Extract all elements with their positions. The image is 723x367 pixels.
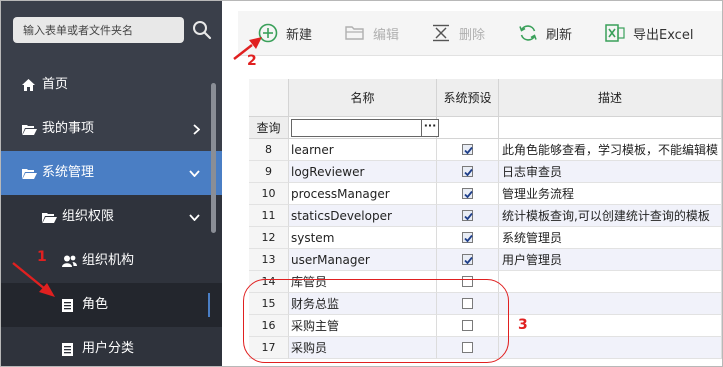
annotation-number-3: 3 <box>518 317 528 333</box>
annotation-arrow-1 <box>12 262 55 297</box>
annotation-ellipse <box>243 279 509 363</box>
annotation-number-1: 1 <box>37 249 47 265</box>
app-frame: 首页 我的事项 系统管理 组织权限 <box>0 0 723 367</box>
annotation-number-2: 2 <box>247 53 257 69</box>
